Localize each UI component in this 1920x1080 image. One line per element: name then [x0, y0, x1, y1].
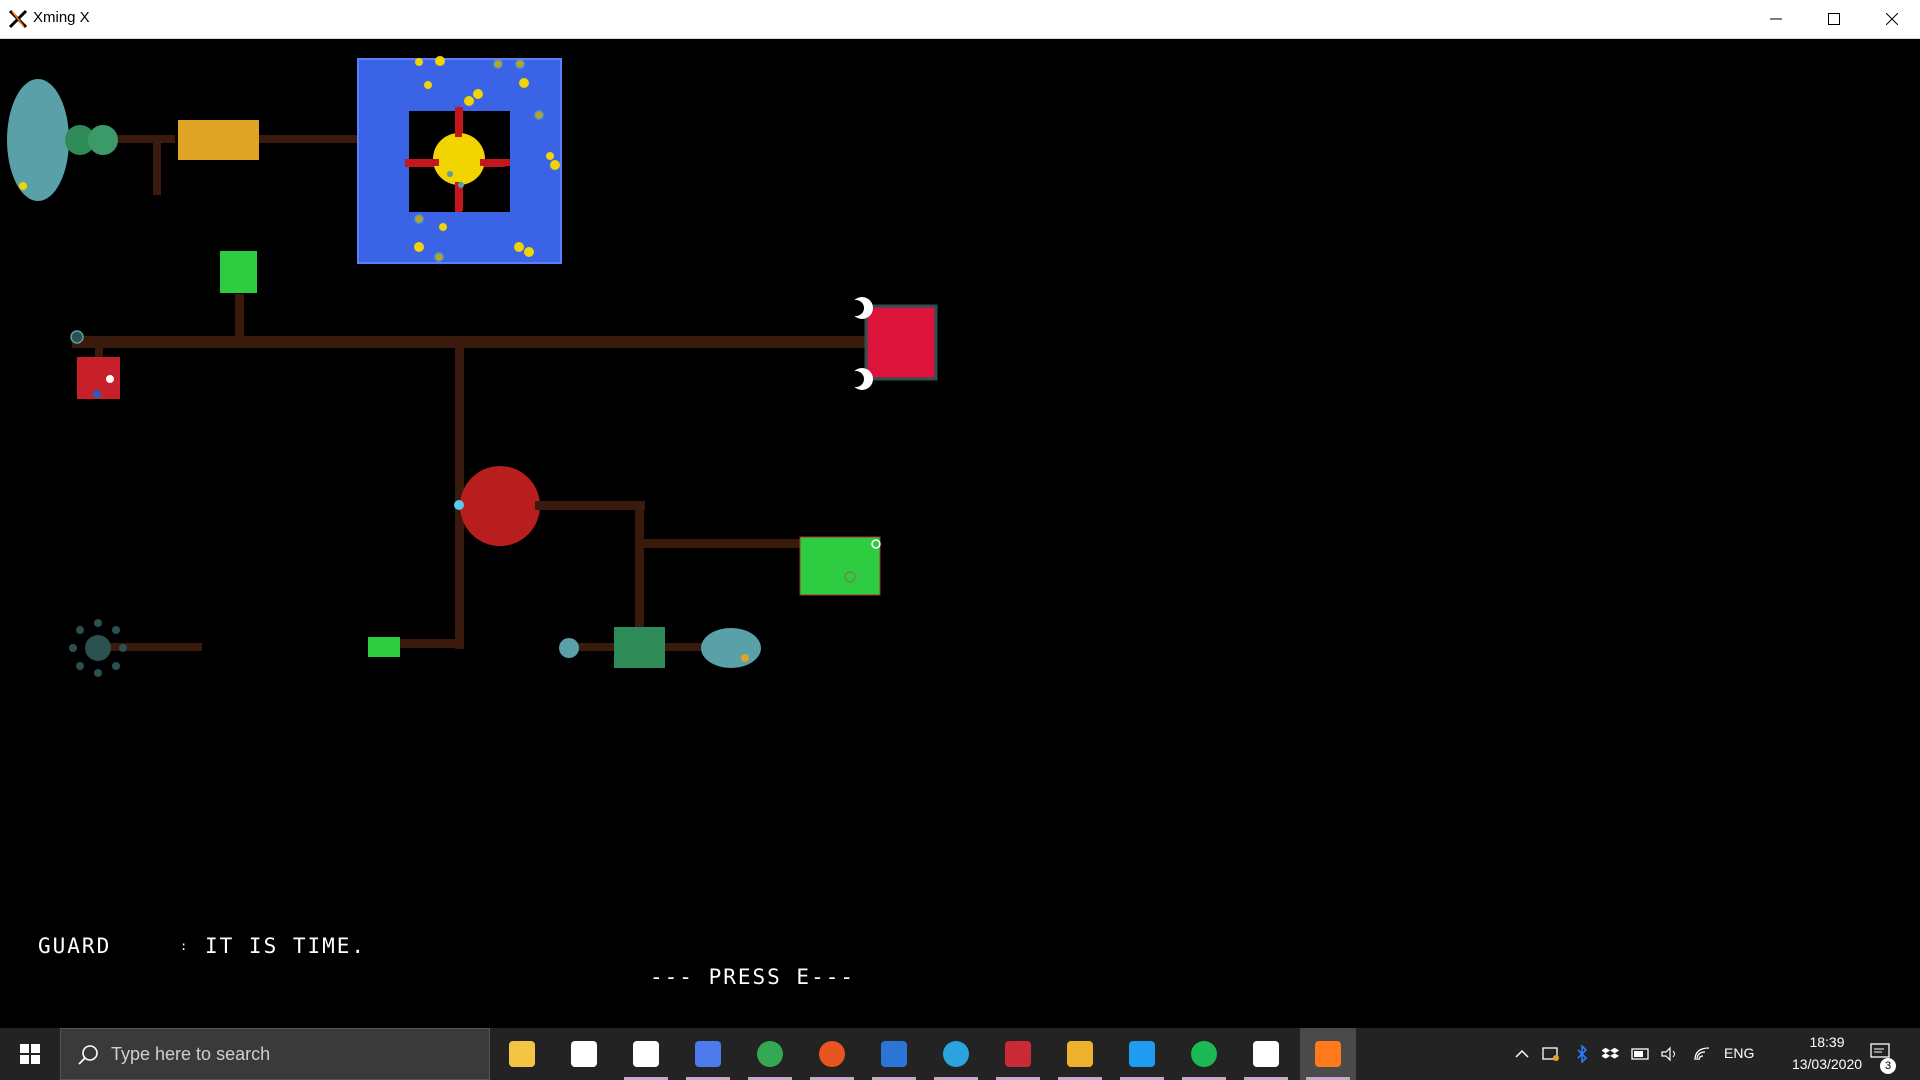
clock-date[interactable]: 13/03/2020: [1770, 1056, 1884, 1072]
dialogue-text: IT IS TIME.: [205, 934, 367, 958]
bluetooth-icon[interactable]: [1572, 1044, 1592, 1064]
gold-orb: [19, 182, 27, 190]
minimize-button[interactable]: [1747, 0, 1805, 38]
taskbar-app-button[interactable]: [1114, 1028, 1170, 1080]
pipe-endpoint: [70, 330, 84, 344]
thunderbird-icon: [881, 1041, 907, 1067]
green-room: [799, 536, 881, 596]
teal-node: [559, 638, 579, 658]
search-placeholder: Type here to search: [111, 1044, 271, 1064]
input-language[interactable]: ENG: [1724, 1045, 1754, 1061]
core-room: [357, 56, 562, 264]
file-explorer-icon: [509, 1041, 535, 1067]
taskbar: Type here to search ENG 18:39 13/03/2020: [0, 1028, 1920, 1080]
taskbar-app-button[interactable]: [618, 1028, 674, 1080]
green-terminal: [368, 637, 400, 657]
taskbar-app-button[interactable]: [1300, 1028, 1356, 1080]
notification-count-badge: 3: [1880, 1058, 1896, 1074]
red-reactor: [460, 466, 540, 546]
clock-time[interactable]: 18:39: [1790, 1034, 1864, 1050]
taskbar-app-button[interactable]: [742, 1028, 798, 1080]
green-block: [220, 251, 257, 293]
teal-pod: [701, 628, 761, 668]
store-icon: [571, 1041, 597, 1067]
xming-window: Xming X GUARD: IT IS TIME. --- PRESS E-…: [0, 0, 1920, 1080]
taskbar-app-button[interactable]: [680, 1028, 736, 1080]
search-icon: [78, 1045, 98, 1065]
window-title: Xming X: [33, 9, 90, 26]
taskbar-app-button[interactable]: [494, 1028, 550, 1080]
taskbar-app-button[interactable]: [866, 1028, 922, 1080]
dark-green-block: [614, 627, 665, 668]
slack-icon: [1067, 1041, 1093, 1067]
zotero-icon: [1005, 1041, 1031, 1067]
crimson-block: [864, 304, 938, 381]
vscode-icon: [1129, 1041, 1155, 1067]
start-button[interactable]: [0, 1028, 60, 1080]
taskbar-app-button[interactable]: [928, 1028, 984, 1080]
chrome-icon: [757, 1041, 783, 1067]
close-icon: [1886, 13, 1898, 25]
sun-core: [433, 133, 485, 185]
maximize-button[interactable]: [1805, 0, 1863, 38]
password-manager-icon: [695, 1041, 721, 1067]
taskbar-app-button[interactable]: [556, 1028, 612, 1080]
dialogue-speaker: GUARD: [38, 934, 112, 958]
settings-icon: [1253, 1041, 1279, 1067]
taskbar-app-button[interactable]: [990, 1028, 1046, 1080]
xming-logo-icon: [8, 9, 28, 29]
taskbar-app-button[interactable]: [1176, 1028, 1232, 1080]
taskbar-app-button[interactable]: [1238, 1028, 1294, 1080]
battery-icon[interactable]: [1631, 1044, 1651, 1064]
game-scene: [7, 56, 938, 677]
security-icon[interactable]: [1541, 1044, 1561, 1064]
taskbar-app-button[interactable]: [804, 1028, 860, 1080]
green-node: [88, 125, 118, 155]
search-input[interactable]: Type here to search: [60, 1028, 490, 1080]
teal-oval-structure: [7, 79, 69, 201]
press-e-prompt: --- PRESS E---: [650, 965, 856, 989]
gold-container: [178, 120, 259, 160]
close-button[interactable]: [1863, 0, 1920, 38]
minimize-icon: [1770, 18, 1782, 20]
telegram-icon: [943, 1041, 969, 1067]
spotify-icon: [1191, 1041, 1217, 1067]
xming-icon: [1315, 1041, 1341, 1067]
dialogue-separator: :: [180, 939, 190, 953]
wifi-icon[interactable]: [1693, 1044, 1713, 1064]
title-bar[interactable]: Xming X: [0, 0, 1920, 39]
maximize-icon: [1828, 13, 1840, 25]
dropbox-icon[interactable]: [1601, 1044, 1621, 1064]
typora-icon: [633, 1041, 659, 1067]
show-hidden-icons-icon[interactable]: [1512, 1044, 1532, 1064]
volume-icon[interactable]: [1660, 1044, 1680, 1064]
game-canvas[interactable]: GUARD : IT IS TIME. --- PRESS E---: [0, 39, 1920, 1028]
player-dot: [454, 500, 464, 510]
ubuntu-icon: [819, 1041, 845, 1067]
taskbar-app-button[interactable]: [1052, 1028, 1108, 1080]
windows-logo-icon: [20, 1044, 40, 1064]
